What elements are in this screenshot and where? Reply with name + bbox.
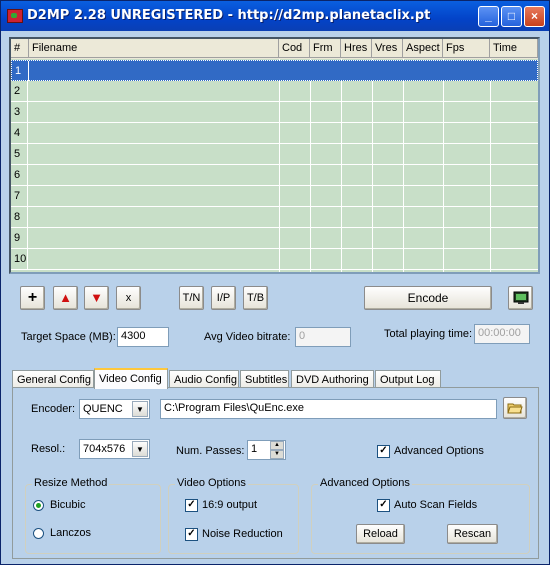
tn-button[interactable]: T/N xyxy=(179,286,204,310)
browse-button[interactable] xyxy=(503,397,527,419)
aspect-169-label: 16:9 output xyxy=(202,499,258,511)
col-header-frm[interactable]: Frm xyxy=(310,39,341,58)
tab-audio-config[interactable]: Audio Config xyxy=(169,370,239,388)
bicubic-radio[interactable] xyxy=(33,500,44,511)
table-row[interactable]: 3 xyxy=(11,102,538,123)
col-header-hres[interactable]: Hres xyxy=(341,39,372,58)
table-row[interactable]: 7 xyxy=(11,186,538,207)
lanczos-label: Lanczos xyxy=(50,527,91,539)
reload-button[interactable]: Reload xyxy=(356,524,405,544)
main-window: D2MP 2.28 UNREGISTERED - http://d2mp.pla… xyxy=(0,0,550,565)
resize-method-group: Resize Method Bicubic Lanczos xyxy=(25,477,161,554)
bicubic-label: Bicubic xyxy=(50,499,86,511)
spin-down-icon[interactable]: ▼ xyxy=(270,450,284,459)
tab-subtitles[interactable]: Subtitles xyxy=(240,370,289,388)
tab-video-config[interactable]: Video Config xyxy=(94,368,168,389)
row-number: 10 xyxy=(11,249,28,269)
maximize-button[interactable]: □ xyxy=(501,6,522,27)
window-title: D2MP 2.28 UNREGISTERED - http://d2mp.pla… xyxy=(27,8,431,23)
video-options-label: Video Options xyxy=(175,477,248,489)
auto-scan-fields-label: Auto Scan Fields xyxy=(394,499,478,511)
advanced-options-group-label: Advanced Options xyxy=(318,477,412,489)
spin-up-icon[interactable]: ▲ xyxy=(270,441,284,450)
col-header-vres[interactable]: Vres xyxy=(372,39,403,58)
col-header-filename[interactable]: Filename xyxy=(29,39,279,58)
resol-label: Resol.: xyxy=(31,443,66,455)
move-up-button[interactable]: ▲ xyxy=(53,286,78,310)
encode-button[interactable]: Encode xyxy=(364,286,492,310)
aspect-169-checkbox[interactable]: ✓ xyxy=(185,499,198,512)
row-number: 9 xyxy=(11,228,28,248)
monitor-button[interactable] xyxy=(508,286,533,310)
row-number: 4 xyxy=(11,123,28,143)
encoder-label: Encoder: xyxy=(31,403,76,415)
col-header-aspect[interactable]: Aspect xyxy=(403,39,443,58)
table-row[interactable]: 1 xyxy=(11,60,538,81)
col-header-fps[interactable]: Fps xyxy=(443,39,490,58)
remove-button[interactable]: x xyxy=(116,286,141,310)
row-number: 1 xyxy=(12,61,29,81)
video-config-panel: Encoder: QUENC ▼ C:\Program Files\QuEnc.… xyxy=(12,387,539,559)
tab-output-log[interactable]: Output Log xyxy=(375,370,441,388)
col-header-num[interactable]: # xyxy=(11,39,29,58)
advanced-options-checkbox[interactable]: ✓ xyxy=(377,445,390,458)
tab-dvd-authoring[interactable]: DVD Authoring xyxy=(291,370,374,388)
tb-button[interactable]: T/B xyxy=(243,286,268,310)
ip-button[interactable]: I/P xyxy=(211,286,236,310)
row-number: 3 xyxy=(11,102,28,122)
total-time-label: Total playing time: xyxy=(384,328,473,340)
auto-scan-fields-checkbox[interactable]: ✓ xyxy=(377,499,390,512)
col-header-time[interactable]: Time xyxy=(490,39,538,58)
monitor-icon xyxy=(513,291,528,304)
folder-open-icon xyxy=(507,403,523,414)
advanced-options-label: Advanced Options xyxy=(394,445,484,457)
table-row[interactable]: 9 xyxy=(11,228,538,249)
table-row[interactable]: 5 xyxy=(11,144,538,165)
encoder-path-input[interactable]: C:\Program Files\QuEnc.exe xyxy=(160,399,497,419)
avg-bitrate-input[interactable]: 0 xyxy=(295,327,351,347)
noise-reduction-checkbox[interactable]: ✓ xyxy=(185,528,198,541)
chevron-down-icon[interactable]: ▼ xyxy=(132,401,148,417)
resolution-select[interactable]: 704x576 ▼ xyxy=(79,439,150,459)
target-space-label: Target Space (MB): xyxy=(21,331,116,343)
resize-method-label: Resize Method xyxy=(32,477,110,489)
encoder-select[interactable]: QUENC ▼ xyxy=(79,399,150,419)
target-space-input[interactable]: 4300 xyxy=(117,327,169,347)
row-number: 7 xyxy=(11,186,28,206)
file-grid[interactable]: # Filename Cod Frm Hres Vres Aspect Fps … xyxy=(9,37,540,274)
minimize-button[interactable]: _ xyxy=(478,6,499,27)
move-down-button[interactable]: ▼ xyxy=(84,286,109,310)
avg-bitrate-label: Avg Video bitrate: xyxy=(204,331,291,343)
video-options-group: Video Options ✓ 16:9 output ✓ Noise Redu… xyxy=(168,477,299,554)
passes-spinner[interactable]: ▲ ▼ xyxy=(270,441,284,459)
advanced-options-group: Advanced Options ✓ Auto Scan Fields Relo… xyxy=(311,477,530,554)
chevron-down-icon[interactable]: ▼ xyxy=(132,441,148,457)
row-number: 2 xyxy=(11,81,28,101)
table-row[interactable]: 4 xyxy=(11,123,538,144)
row-number: 5 xyxy=(11,144,28,164)
total-time-field: 00:00:00 xyxy=(474,324,530,344)
noise-reduction-label: Noise Reduction xyxy=(202,528,283,540)
add-button[interactable]: + xyxy=(20,286,45,310)
table-row[interactable]: 10 xyxy=(11,249,538,270)
close-button[interactable]: × xyxy=(524,6,545,27)
title-bar[interactable]: D2MP 2.28 UNREGISTERED - http://d2mp.pla… xyxy=(1,1,549,31)
table-row[interactable]: 8 xyxy=(11,207,538,228)
tab-general-config[interactable]: General Config xyxy=(12,370,94,388)
client-area: # Filename Cod Frm Hres Vres Aspect Fps … xyxy=(4,31,546,561)
row-number: 6 xyxy=(11,165,28,185)
table-row[interactable]: 2 xyxy=(11,81,538,102)
encoder-value: QUENC xyxy=(83,403,123,415)
row-number: 8 xyxy=(11,207,28,227)
lanczos-radio[interactable] xyxy=(33,528,44,539)
grid-header: # Filename Cod Frm Hres Vres Aspect Fps … xyxy=(11,39,538,59)
app-icon[interactable] xyxy=(7,9,23,23)
resolution-value: 704x576 xyxy=(83,443,126,455)
col-header-cod[interactable]: Cod xyxy=(279,39,310,58)
rescan-button[interactable]: Rescan xyxy=(447,524,498,544)
passes-label: Num. Passes: xyxy=(176,445,245,457)
table-row[interactable]: 6 xyxy=(11,165,538,186)
